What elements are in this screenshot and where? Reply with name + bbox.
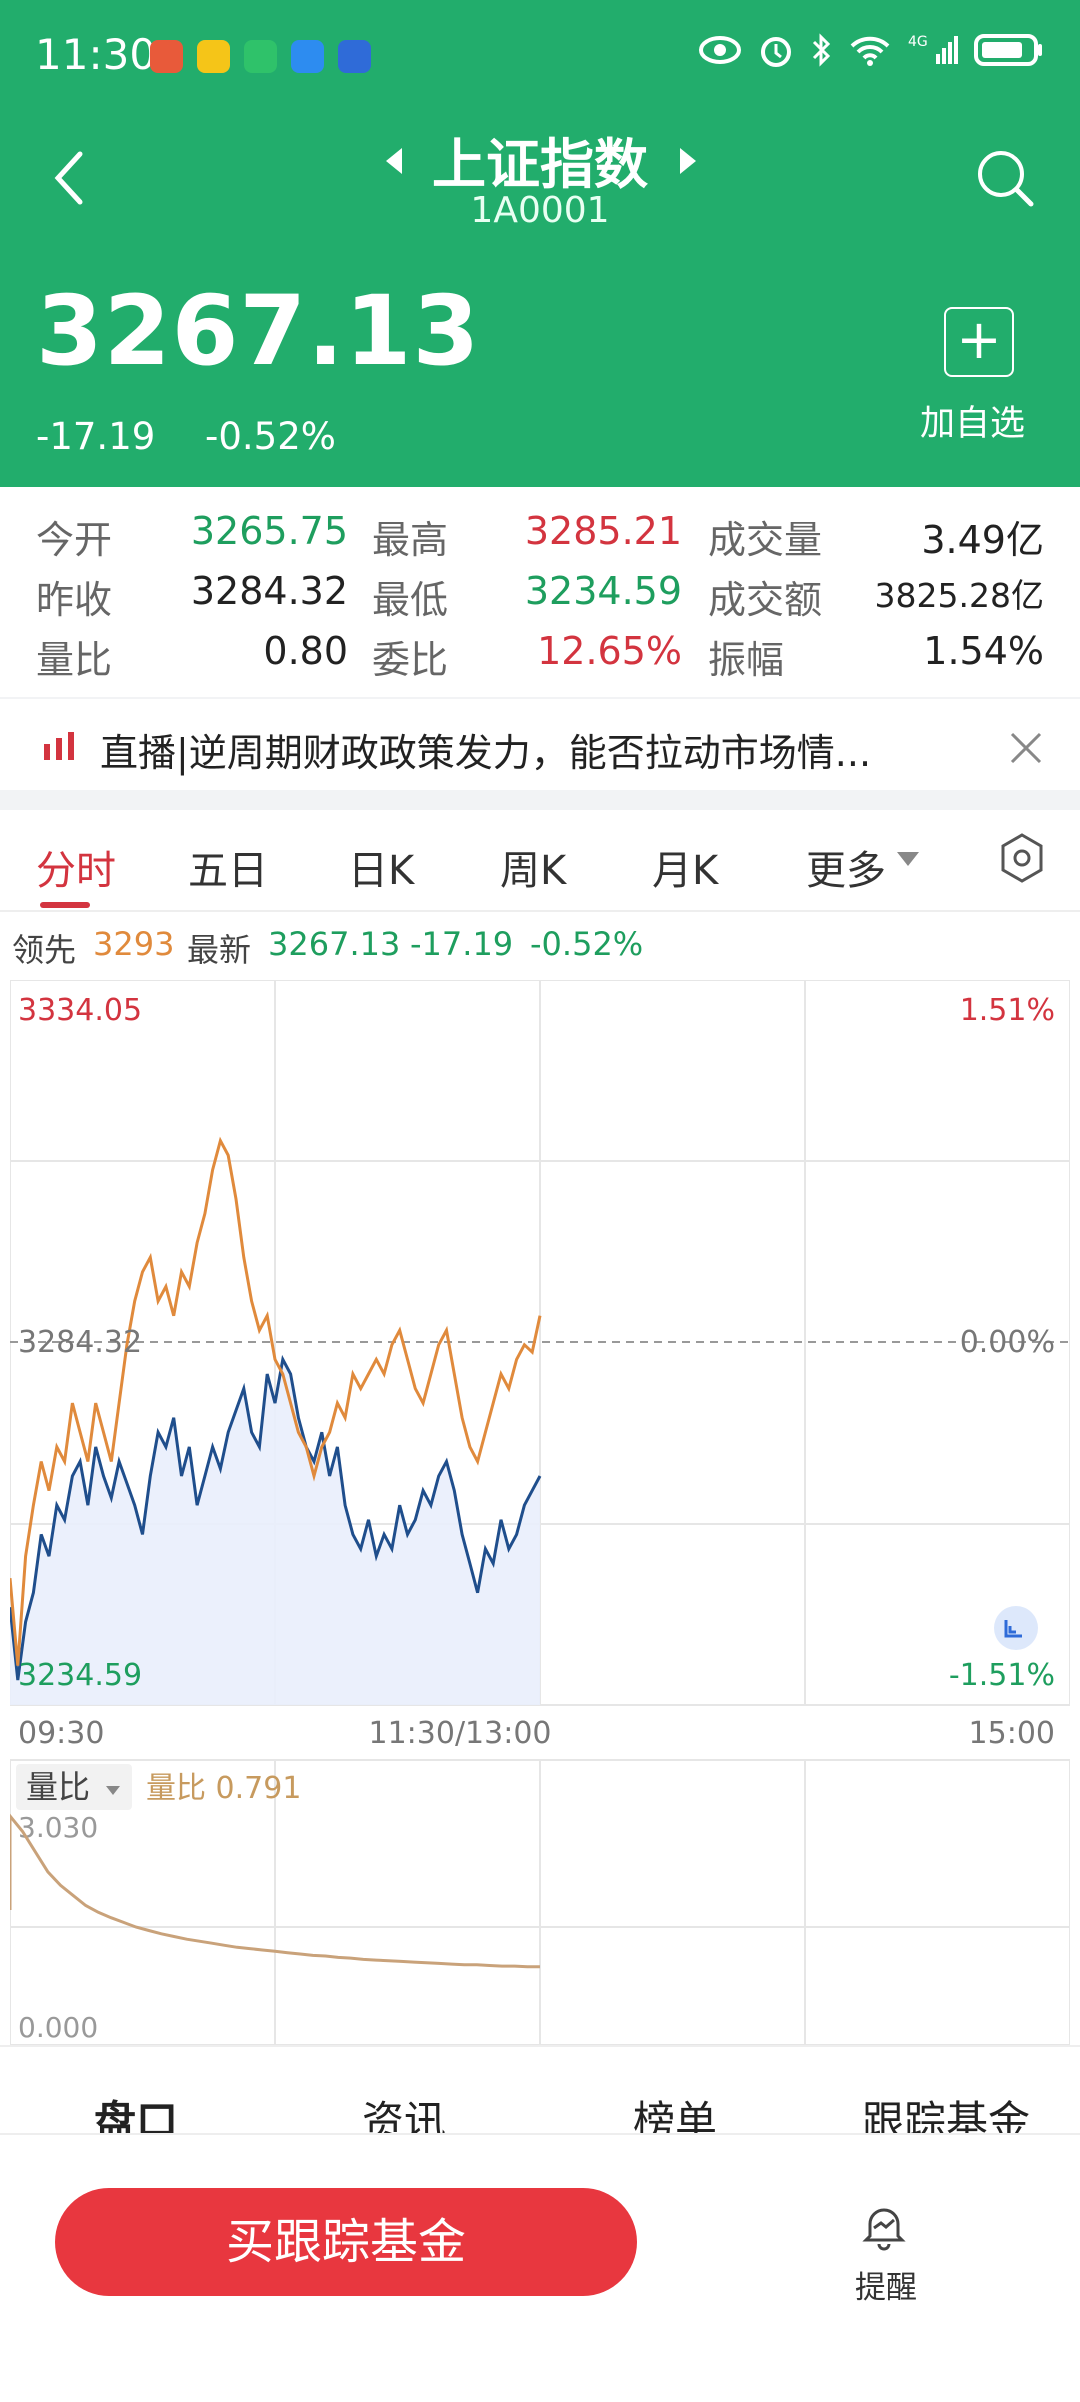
latest-label: 最新 — [187, 931, 252, 969]
stat-label: 最高 — [372, 518, 449, 562]
tab-five-day[interactable]: 五日 — [188, 838, 268, 896]
app2-notification-icon — [338, 40, 371, 73]
expand-icon — [994, 1606, 1038, 1650]
eye-icon — [699, 36, 741, 64]
tab-daily-k[interactable]: 日K — [348, 838, 414, 896]
settings-hex-icon[interactable] — [998, 832, 1046, 884]
vr-tick: 3.030 — [18, 1811, 98, 1844]
stat-label: 最低 — [372, 578, 449, 622]
x-tick: 09:30 — [18, 1716, 104, 1751]
y-tick-left: 3234.59 — [18, 1658, 142, 1693]
stat-value: 1.54% — [923, 629, 1044, 673]
stat-value: 3234.59 — [524, 569, 682, 613]
tab-monthly-k[interactable]: 月K — [652, 838, 718, 896]
stat-label: 振幅 — [708, 638, 785, 682]
stat-value: 3284.32 — [190, 569, 348, 613]
stat-value: 3265.75 — [190, 509, 348, 553]
divider — [0, 910, 1080, 912]
current-price: 3267.13 — [36, 275, 481, 387]
weibo-notification-icon — [197, 40, 230, 73]
stat-value: 3285.21 — [524, 509, 682, 553]
search-icon[interactable] — [975, 148, 1037, 210]
stat-value: 3825.28亿 — [874, 576, 1044, 615]
section-gap — [0, 790, 1080, 810]
lead-value: 3293 — [93, 925, 175, 963]
live-bars-icon — [44, 732, 74, 760]
signal-4g-icon: 4G — [908, 34, 958, 64]
divider — [0, 697, 1080, 699]
tab-weekly-k[interactable]: 周K — [500, 838, 566, 896]
vr-current: 量比 0.791 — [146, 1771, 301, 1806]
next-stock-icon[interactable] — [676, 146, 698, 176]
stat-label: 成交额 — [708, 578, 823, 622]
stat-value: 12.65% — [537, 629, 682, 673]
stock-code: 1A0001 — [470, 190, 610, 231]
message-notification-icon — [291, 40, 324, 73]
latest-change-pct: -0.52% — [530, 925, 644, 963]
bluetooth-icon — [812, 33, 831, 67]
vr-selector-label: 量比 — [26, 1768, 90, 1806]
chevron-down-icon — [897, 852, 919, 866]
y-tick-right: 1.51% — [960, 993, 1055, 1028]
latest-value: 3267.13 — [268, 925, 401, 963]
x-tick: 11:30/13:00 — [368, 1716, 551, 1751]
lead-label: 领先 — [12, 931, 77, 969]
price-change: -17.19 — [36, 415, 156, 458]
app-notification-icon — [150, 40, 183, 73]
alarm-icon — [761, 37, 791, 67]
stat-label: 量比 — [36, 638, 113, 682]
bell-icon[interactable] — [858, 2200, 910, 2252]
stat-value: 0.80 — [263, 629, 348, 673]
y-tick-right: -1.51% — [949, 1658, 1055, 1693]
latest-change: -17.19 — [410, 925, 514, 963]
stat-label: 委比 — [372, 638, 449, 682]
stat-value: 3.49亿 — [921, 518, 1044, 562]
tab-more[interactable]: 更多 — [806, 838, 886, 896]
stats-panel: 今开 3265.75 最高 3285.21 成交量 3.49亿昨收 3284.32 最低 323… — [0, 487, 1080, 697]
vr-tick: 0.000 — [18, 2011, 98, 2044]
intraday-chart[interactable]: 3334.05 3284.32 3234.59 1.51% 0.00% -1.51% 09:… — [10, 980, 1070, 2060]
close-icon[interactable] — [1008, 730, 1044, 766]
news-ticker[interactable]: 直播|逆周期财政政策发力，能否拉动市场情... — [100, 722, 871, 777]
phone-notification-icon — [244, 40, 277, 73]
buy-tracking-fund-button[interactable]: 买跟踪基金 — [55, 2188, 637, 2296]
remind-label[interactable]: 提醒 — [855, 2262, 917, 2307]
y-tick-right: 0.00% — [960, 1325, 1055, 1360]
add-watchlist-label[interactable]: 加自选 — [920, 395, 1025, 446]
status-icons: 4G — [698, 32, 1044, 68]
stat-label: 今开 — [36, 518, 113, 562]
stat-label: 昨收 — [36, 578, 113, 622]
divider — [0, 2045, 1080, 2047]
svg-text:4G: 4G — [908, 34, 928, 50]
header: 11:30 4G 上证指数 1A0001 3267.13 -17.19 -0.5… — [0, 0, 1080, 487]
page-title: 上证指数 — [432, 133, 648, 196]
y-tick-left: 3284.32 — [18, 1325, 142, 1360]
wifi-icon — [850, 36, 890, 66]
x-tick: 15:00 — [969, 1716, 1055, 1751]
add-watchlist-button[interactable]: + — [944, 307, 1014, 377]
stat-label: 成交量 — [708, 518, 823, 562]
active-tab-indicator — [40, 902, 90, 908]
battery-icon — [974, 34, 1042, 66]
y-tick-left: 3334.05 — [18, 993, 142, 1028]
price-change-pct: -0.52% — [205, 415, 336, 458]
tab-intraday[interactable]: 分时 — [36, 838, 116, 896]
status-time: 11:30 — [35, 30, 157, 79]
